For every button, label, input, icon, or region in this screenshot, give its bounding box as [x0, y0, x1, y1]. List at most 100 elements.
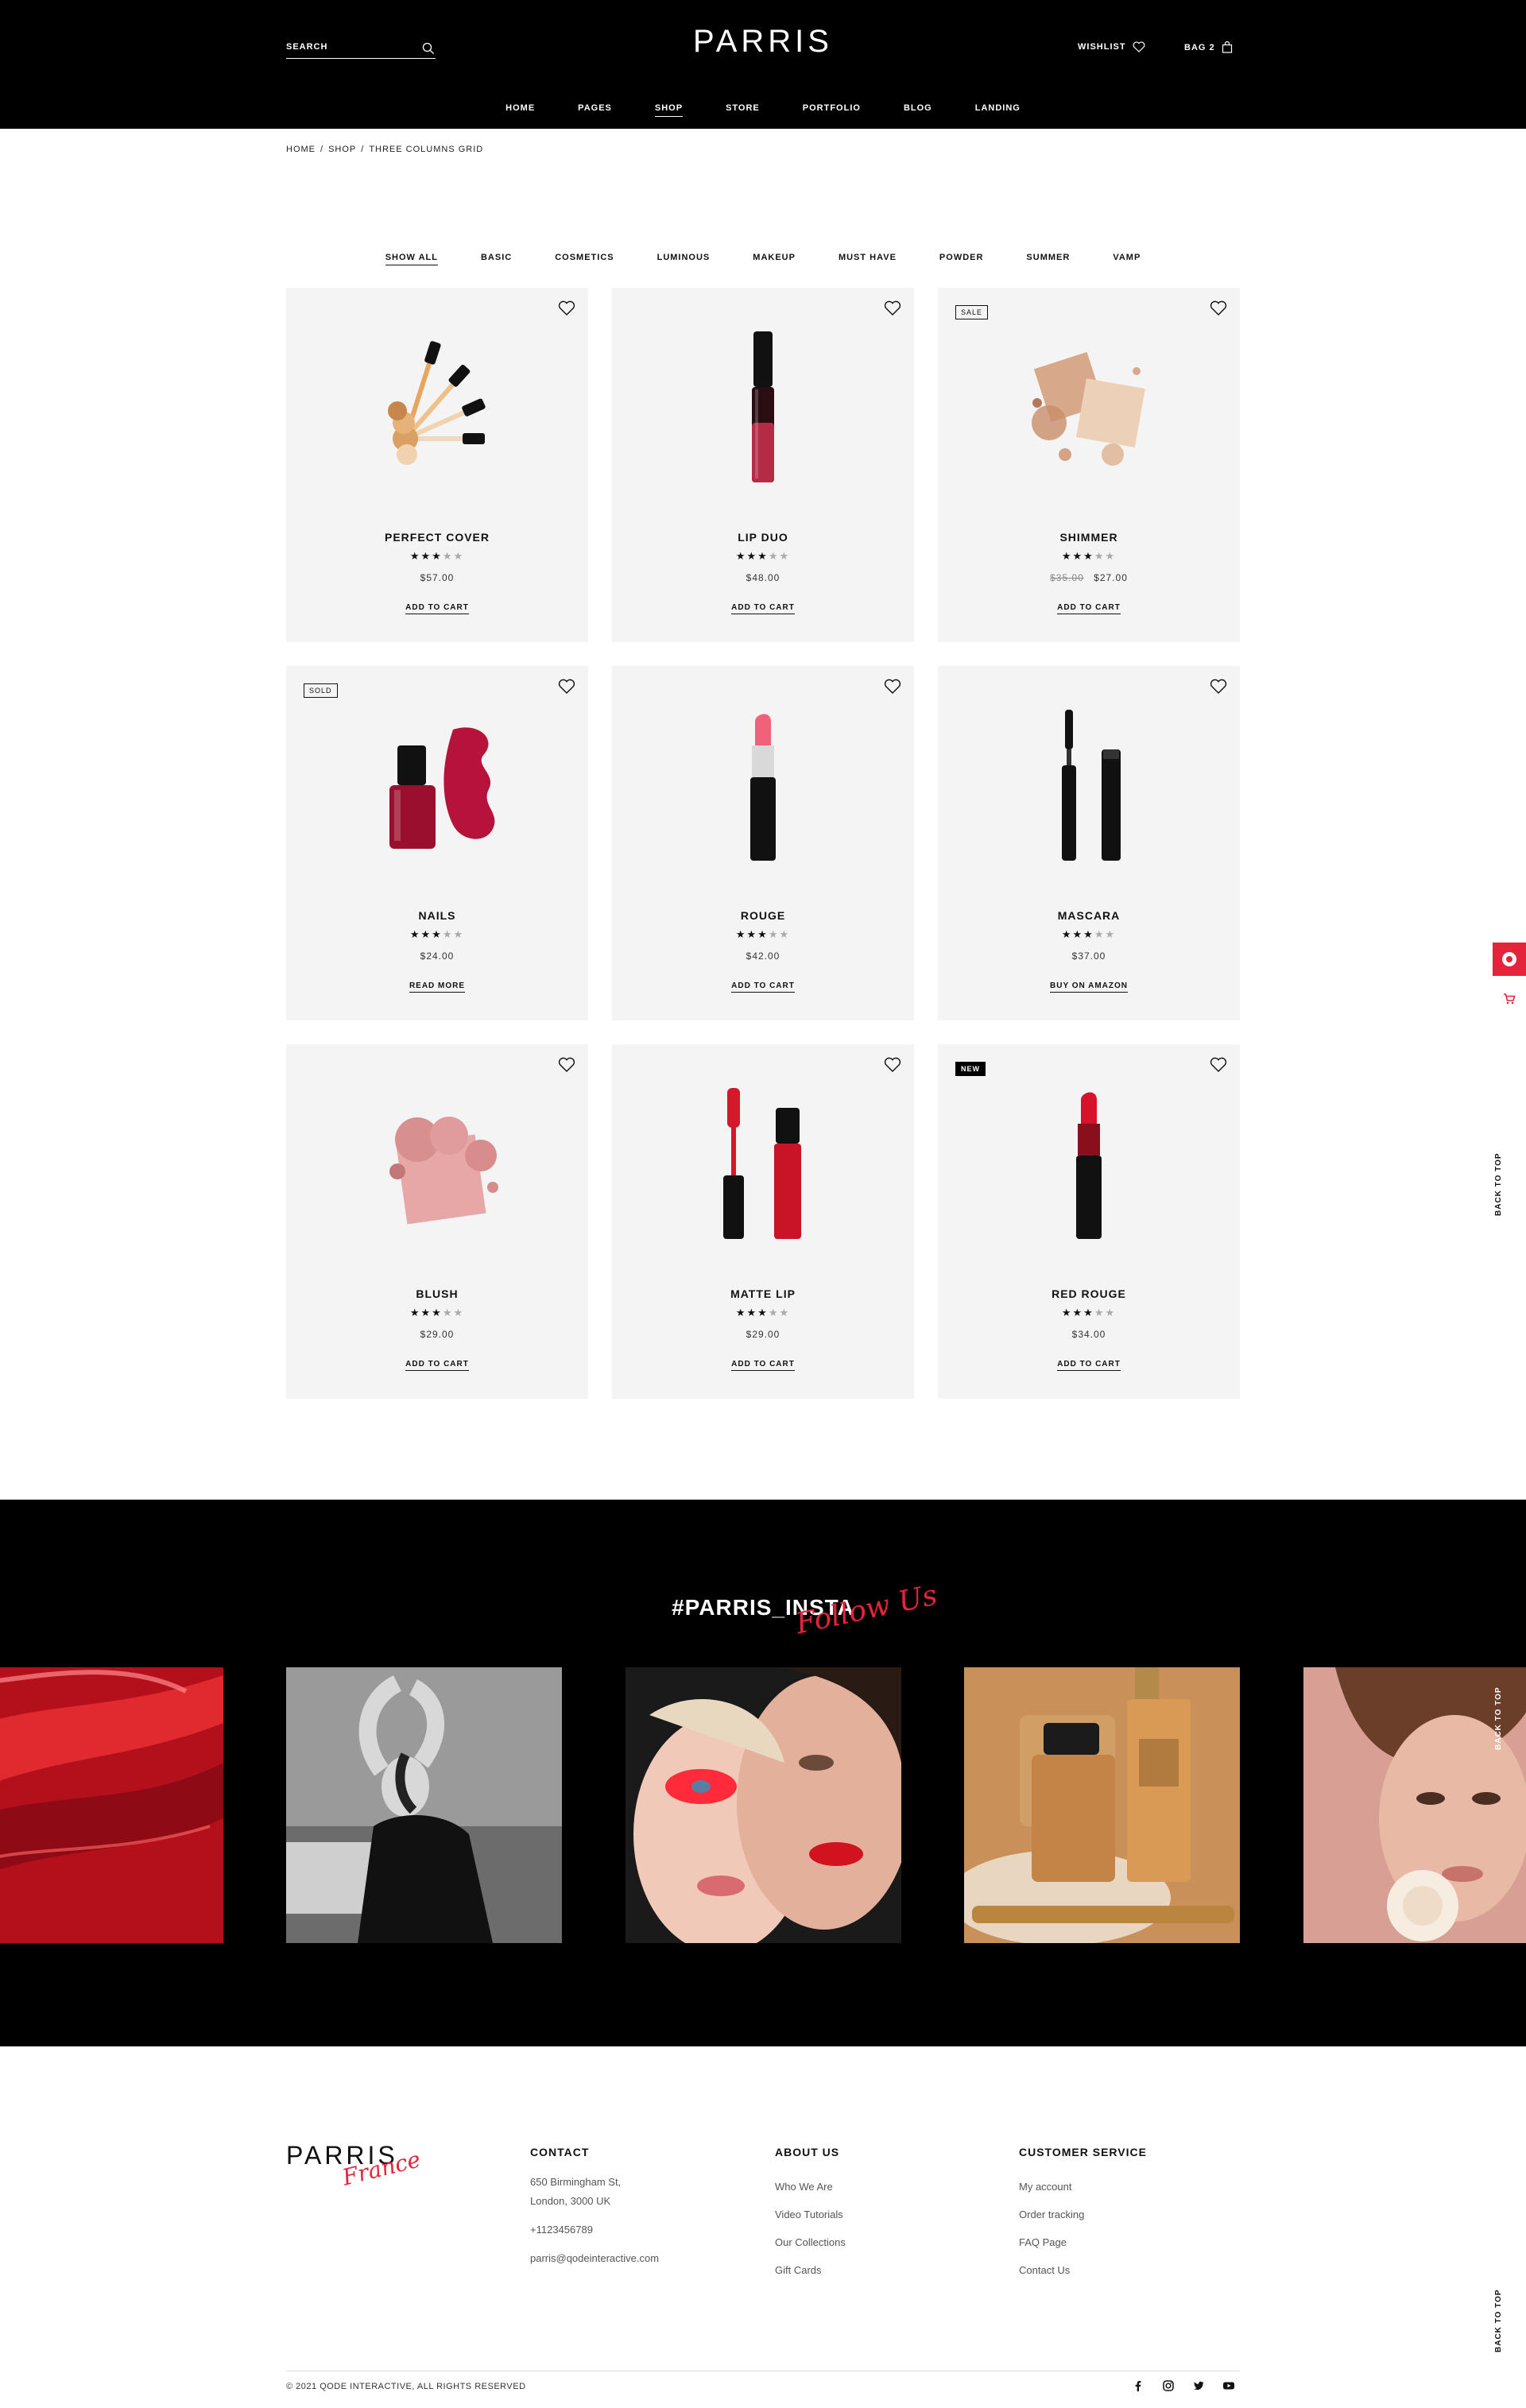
product-name[interactable]: SHIMMER: [938, 531, 1240, 544]
side-cart-button[interactable]: [1493, 982, 1526, 1016]
side-demo-button[interactable]: [1493, 943, 1526, 976]
nav-item-store[interactable]: STORE: [726, 100, 760, 117]
footer-link[interactable]: Order tracking: [1019, 2201, 1147, 2228]
footer-link[interactable]: My account: [1019, 2173, 1147, 2201]
product-card[interactable]: LIP DUO ★★★★★ $48.00 ADD TO CART: [612, 288, 914, 642]
wishlist-heart-icon[interactable]: [1210, 300, 1227, 316]
product-name[interactable]: MATTE LIP: [612, 1287, 914, 1300]
product-action-button[interactable]: ADD TO CART: [731, 981, 795, 993]
wishlist-heart-icon[interactable]: [558, 300, 575, 316]
filter-show-all[interactable]: SHOW ALL: [385, 253, 438, 265]
wishlist-heart-icon[interactable]: [884, 300, 901, 316]
search-field[interactable]: SEARCH: [286, 40, 436, 59]
back-to-top-footer[interactable]: BACK TO TOP: [1494, 2289, 1503, 2352]
product-action-button[interactable]: READ MORE: [409, 981, 466, 993]
instagram-tile[interactable]: [626, 1667, 901, 1943]
product-image[interactable]: [1009, 1084, 1168, 1243]
wishlist-heart-icon[interactable]: [884, 679, 901, 695]
filter-cosmetics[interactable]: COSMETICS: [555, 253, 614, 265]
wishlist-heart-icon[interactable]: [558, 679, 575, 695]
product-price: $57.00: [286, 572, 588, 583]
site-logo[interactable]: PARRIS: [684, 24, 842, 60]
footer-link[interactable]: FAQ Page: [1019, 2228, 1147, 2256]
product-image[interactable]: [684, 706, 842, 865]
product-image[interactable]: [1009, 327, 1168, 486]
footer-phone[interactable]: +1123456789: [530, 2220, 659, 2240]
product-name[interactable]: PERFECT COVER: [286, 531, 588, 544]
product-card[interactable]: ROUGE ★★★★★ $42.00 ADD TO CART: [612, 666, 914, 1020]
filter-summer[interactable]: SUMMER: [1026, 253, 1070, 265]
facebook-icon[interactable]: [1132, 2379, 1144, 2392]
instagram-tile[interactable]: [286, 1667, 562, 1943]
product-card[interactable]: SOLD NAILS ★★★★★ $24.00 READ MORE: [286, 666, 588, 1020]
star-icon: ★: [1072, 928, 1084, 940]
star-icon: ★: [735, 928, 747, 940]
product-action-button[interactable]: ADD TO CART: [1057, 1360, 1121, 1371]
wishlist-heart-icon[interactable]: [1210, 679, 1227, 695]
nav-item-landing[interactable]: LANDING: [975, 100, 1021, 117]
nav-item-blog[interactable]: BLOG: [904, 100, 932, 117]
product-card[interactable]: SALE SHIMMER ★★★★★ $35.00 $27.00 ADD TO …: [938, 288, 1240, 642]
product-name[interactable]: MASCARA: [938, 909, 1240, 922]
nav-item-home[interactable]: HOME: [505, 100, 535, 117]
product-name[interactable]: NAILS: [286, 909, 588, 922]
filter-powder[interactable]: POWDER: [939, 253, 984, 265]
wishlist-link[interactable]: WISHLIST: [1078, 41, 1145, 52]
nav-item-shop[interactable]: SHOP: [654, 100, 684, 117]
product-action-button[interactable]: ADD TO CART: [405, 603, 469, 614]
instagram-icon[interactable]: [1162, 2379, 1175, 2392]
twitter-icon[interactable]: [1192, 2379, 1205, 2392]
footer-link[interactable]: Who We Are: [775, 2173, 846, 2201]
nav-item-portfolio[interactable]: PORTFOLIO: [803, 100, 861, 117]
product-action-button[interactable]: ADD TO CART: [731, 1360, 795, 1371]
product-name[interactable]: LIP DUO: [612, 531, 914, 544]
footer-link[interactable]: Video Tutorials: [775, 2201, 846, 2228]
product-name[interactable]: BLUSH: [286, 1287, 588, 1300]
product-card[interactable]: BLUSH ★★★★★ $29.00 ADD TO CART: [286, 1044, 588, 1399]
product-action-button[interactable]: BUY ON AMAZON: [1050, 981, 1128, 993]
product-image[interactable]: [358, 327, 517, 486]
wishlist-heart-icon[interactable]: [1210, 1057, 1227, 1073]
instagram-tile[interactable]: [964, 1667, 1240, 1943]
breadcrumb-separator: /: [320, 145, 324, 154]
search-icon[interactable]: [421, 41, 436, 56]
bag-link[interactable]: BAG 2: [1184, 41, 1233, 53]
product-current-price: $27.00: [1094, 572, 1128, 583]
product-action-button[interactable]: ADD TO CART: [405, 1360, 469, 1371]
product-card[interactable]: NEW RED ROUGE ★★★★★ $34.00 ADD TO CART: [938, 1044, 1240, 1399]
footer-link[interactable]: Gift Cards: [775, 2256, 846, 2284]
filter-basic[interactable]: BASIC: [481, 253, 512, 265]
breadcrumb-item[interactable]: HOME: [286, 145, 316, 154]
filter-luminous[interactable]: LUMINOUS: [657, 253, 711, 265]
nav-item-pages[interactable]: PAGES: [578, 100, 612, 117]
instagram-tile[interactable]: [1303, 1667, 1526, 1943]
back-to-top-light[interactable]: BACK TO TOP: [1494, 1686, 1503, 1750]
product-action-button[interactable]: ADD TO CART: [1057, 603, 1121, 614]
instagram-tile[interactable]: [0, 1667, 223, 1943]
main-nav: HOME PAGES SHOP STORE PORTFOLIO BLOG LANDING: [0, 100, 1526, 117]
product-image[interactable]: [1009, 706, 1168, 865]
filter-must-have[interactable]: MUST HAVE: [839, 253, 897, 265]
filter-vamp[interactable]: VAMP: [1113, 253, 1141, 265]
product-card[interactable]: MATTE LIP ★★★★★ $29.00 ADD TO CART: [612, 1044, 914, 1399]
wishlist-heart-icon[interactable]: [884, 1057, 901, 1073]
product-name[interactable]: RED ROUGE: [938, 1287, 1240, 1300]
product-card[interactable]: PERFECT COVER ★★★★★ $57.00 ADD TO CART: [286, 288, 588, 642]
breadcrumb-item[interactable]: SHOP: [328, 145, 356, 154]
product-card[interactable]: MASCARA ★★★★★ $37.00 BUY ON AMAZON: [938, 666, 1240, 1020]
youtube-icon[interactable]: [1222, 2379, 1235, 2392]
footer-link[interactable]: Our Collections: [775, 2228, 846, 2256]
product-image[interactable]: [684, 1084, 842, 1243]
back-to-top[interactable]: BACK TO TOP: [1494, 1152, 1503, 1216]
footer-link[interactable]: Contact Us: [1019, 2256, 1147, 2284]
product-name[interactable]: ROUGE: [612, 909, 914, 922]
filter-makeup[interactable]: MAKEUP: [753, 253, 796, 265]
product-rating: ★★★★★: [612, 928, 914, 941]
product-image[interactable]: [684, 327, 842, 486]
product-action-button[interactable]: ADD TO CART: [731, 603, 795, 614]
breadcrumb-item: THREE COLUMNS GRID: [369, 145, 484, 154]
product-image[interactable]: [358, 706, 517, 865]
product-image[interactable]: [358, 1084, 517, 1243]
wishlist-heart-icon[interactable]: [558, 1057, 575, 1073]
footer-email[interactable]: parris@qodeinteractive.com: [530, 2249, 659, 2268]
